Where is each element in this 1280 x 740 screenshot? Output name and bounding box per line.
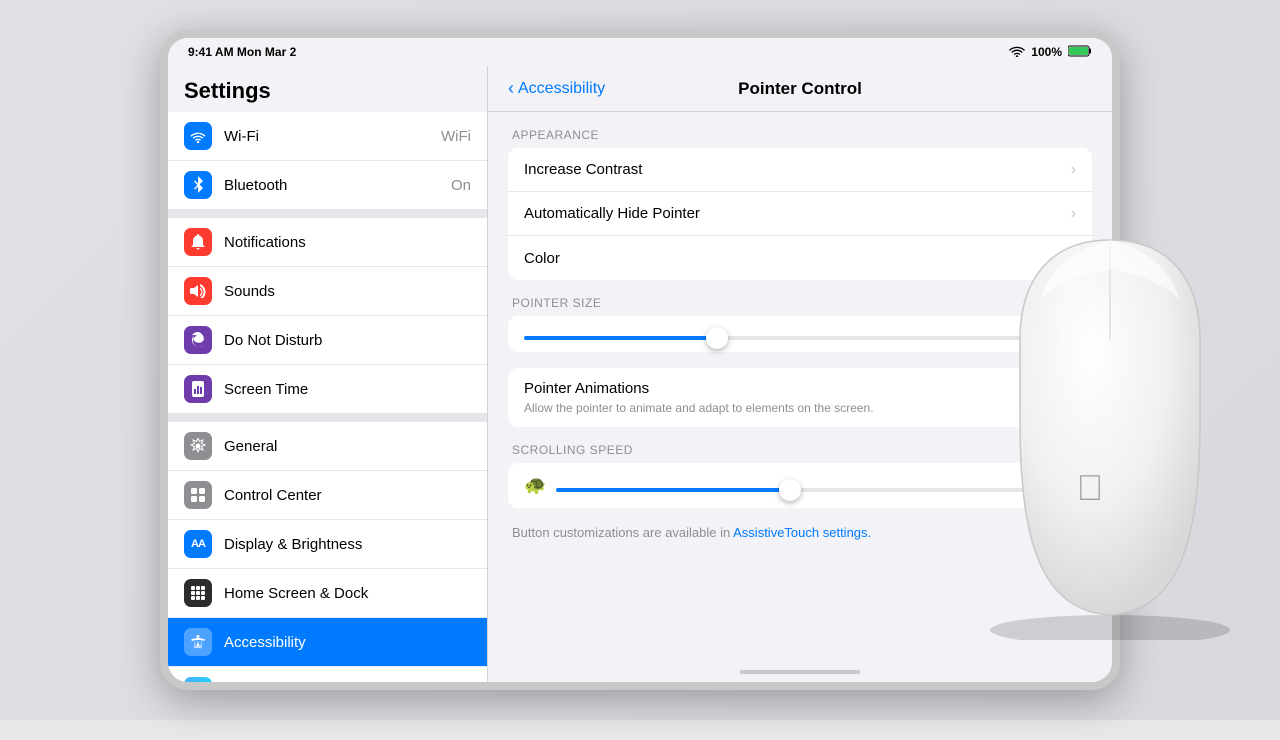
pointer-size-fill [524, 336, 717, 340]
sounds-icon [184, 277, 212, 305]
sidebar-item-homescreen[interactable]: Home Screen & Dock [168, 569, 487, 618]
scrolling-speed-fill [556, 488, 790, 492]
sounds-label: Sounds [224, 283, 471, 300]
increase-contrast-row[interactable]: Increase Contrast › [508, 148, 1092, 192]
screentime-label: Screen Time [224, 381, 471, 398]
sidebar-item-display[interactable]: AA Display & Brightness [168, 520, 487, 569]
wifi-signal-icon [1009, 45, 1025, 60]
back-button[interactable]: ‹ Accessibility [508, 78, 605, 99]
display-label: Display & Brightness [224, 536, 471, 553]
controlcenter-label: Control Center [224, 487, 471, 504]
wifi-value: WiFi [441, 128, 471, 145]
donotdisturb-label: Do Not Disturb [224, 332, 471, 349]
sidebar-title: Settings [168, 66, 487, 112]
homescreen-icon [184, 579, 212, 607]
donotdisturb-icon [184, 326, 212, 354]
increase-contrast-label: Increase Contrast [524, 161, 1071, 178]
bluetooth-icon [184, 171, 212, 199]
status-bar: 9:41 AM Mon Mar 2 100% [168, 38, 1112, 66]
notifications-label: Notifications [224, 234, 471, 251]
bluetooth-value: On [451, 177, 471, 194]
notifications-icon [184, 228, 212, 256]
general-icon [184, 432, 212, 460]
general-label: General [224, 438, 471, 455]
back-label: Accessibility [518, 80, 605, 98]
accessibility-icon [184, 628, 212, 656]
display-icon: AA [184, 530, 212, 558]
screentime-icon [184, 375, 212, 403]
increase-contrast-chevron: › [1071, 161, 1076, 179]
accessibility-label: Accessibility [224, 634, 471, 651]
status-time: 9:41 AM Mon Mar 2 [188, 45, 296, 59]
wifi-icon [184, 122, 212, 150]
sidebar-item-wifi[interactable]: Wi-Fi WiFi [168, 112, 487, 161]
appearance-header: APPEARANCE [508, 128, 1092, 148]
sidebar-list: Wi-Fi WiFi Bluetooth On [168, 112, 487, 682]
wallpaper-icon [184, 677, 212, 682]
status-icons: 100% [1009, 45, 1092, 60]
panel-header: ‹ Accessibility Pointer Control [488, 66, 1112, 112]
controlcenter-icon [184, 481, 212, 509]
bluetooth-label: Bluetooth [224, 177, 451, 194]
svg-text::  [1077, 467, 1104, 508]
assistivetouch-link[interactable]: AssistiveTouch settings. [733, 525, 871, 540]
sidebar-item-screentime[interactable]: Screen Time [168, 365, 487, 414]
battery-text: 100% [1031, 45, 1062, 59]
back-chevron-icon: ‹ [508, 78, 514, 99]
sidebar-item-general[interactable]: General [168, 422, 487, 471]
sidebar-item-sounds[interactable]: Sounds [168, 267, 487, 316]
scroll-turtle-icon: 🐢 [524, 475, 546, 496]
scrolling-speed-thumb[interactable] [779, 479, 801, 501]
panel-title: Pointer Control [738, 79, 862, 99]
divider-2 [168, 414, 487, 422]
divider-1 [168, 210, 487, 218]
pointer-size-thumb[interactable] [706, 327, 728, 349]
sidebar-item-donotdisturb[interactable]: Do Not Disturb [168, 316, 487, 365]
wifi-label: Wi-Fi [224, 128, 441, 145]
sidebar-item-accessibility[interactable]: Accessibility [168, 618, 487, 667]
settings-sidebar: Settings Wi-Fi WiFi [168, 66, 488, 682]
sidebar-item-controlcenter[interactable]: Control Center [168, 471, 487, 520]
sidebar-item-wallpaper[interactable]: Wallpaper [168, 667, 487, 682]
magic-mouse:  [960, 220, 1280, 740]
homescreen-label: Home Screen & Dock [224, 585, 471, 602]
scroll-indicator [740, 670, 860, 674]
footer-prefix: Button customizations are available in [512, 525, 733, 540]
sidebar-item-bluetooth[interactable]: Bluetooth On [168, 161, 487, 210]
battery-icon [1068, 45, 1092, 60]
sidebar-item-notifications[interactable]: Notifications [168, 218, 487, 267]
